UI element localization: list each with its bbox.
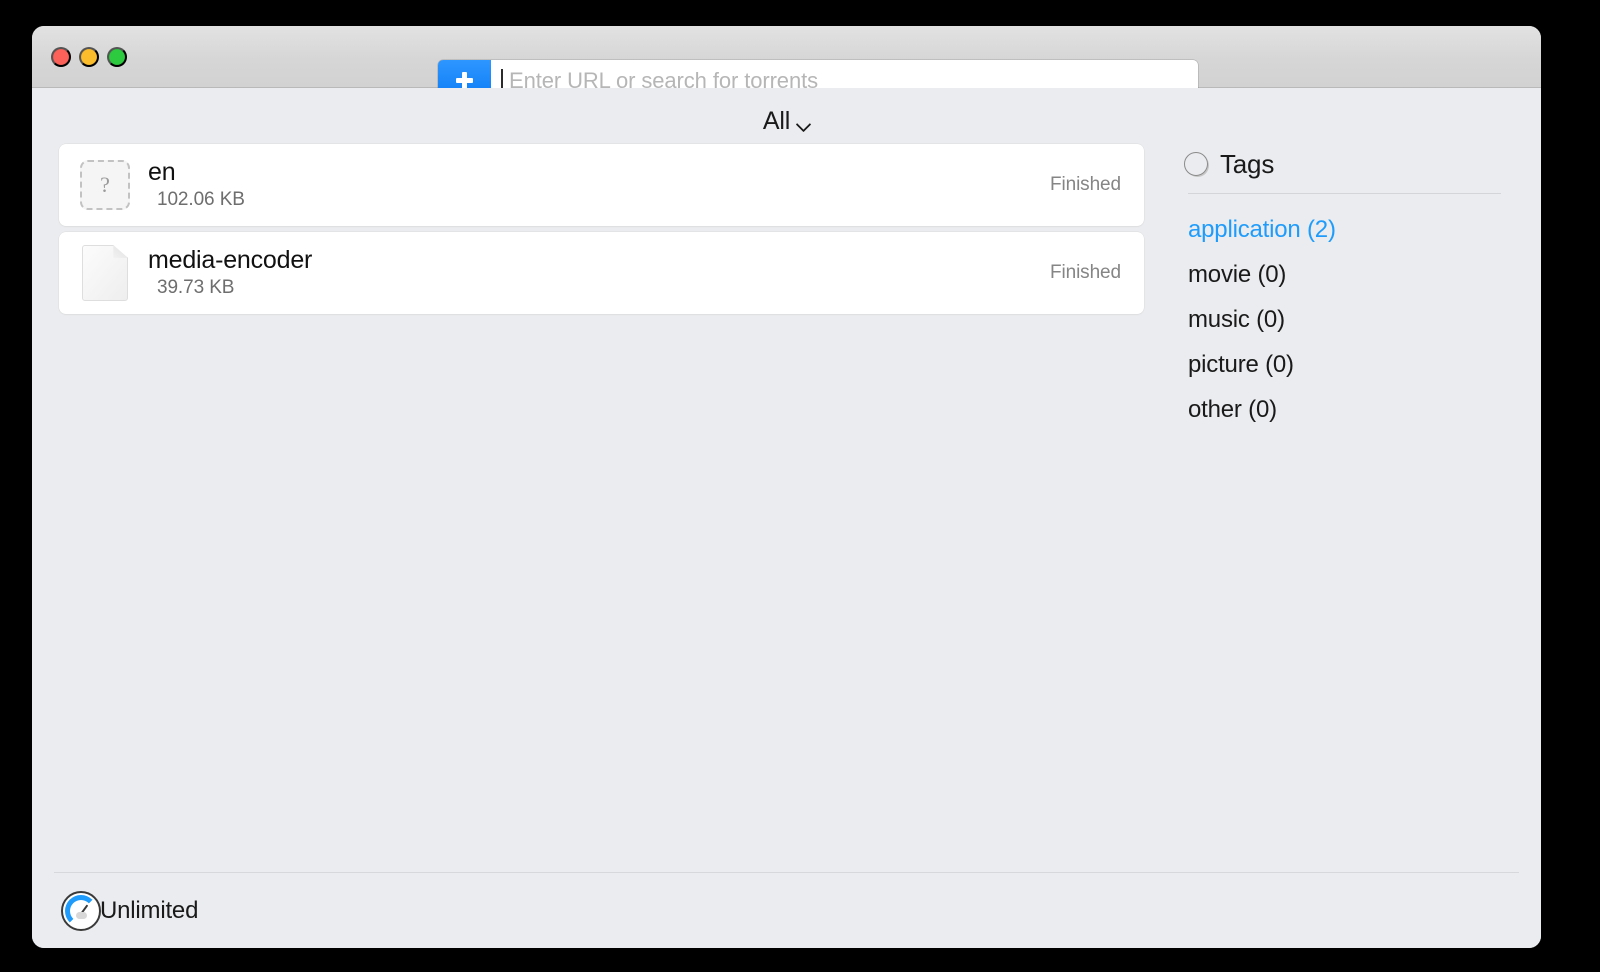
gauge-hub xyxy=(76,911,87,919)
torrent-name: media-encoder xyxy=(148,246,313,274)
tags-title: Tags xyxy=(1220,148,1275,179)
table-row[interactable]: ? en 102.06 KB Finished xyxy=(59,144,1144,226)
filter-bar: All xyxy=(32,88,1541,144)
app-window: Enter URL or search for torrents All ? e… xyxy=(32,26,1541,948)
tag-item-music[interactable]: music (0) xyxy=(1188,306,1501,334)
row-text-block: media-encoder 39.73 KB xyxy=(148,247,1050,299)
chevron-down-icon xyxy=(797,119,810,127)
tag-item-movie[interactable]: movie (0) xyxy=(1188,261,1501,289)
torrent-name: en xyxy=(148,158,176,186)
row-icon-container xyxy=(78,245,132,301)
torrent-list: ? en 102.06 KB Finished media-encoder 39… xyxy=(32,144,1160,872)
tags-list: application (2) movie (0) music (0) pict… xyxy=(1174,194,1501,424)
tag-item-other[interactable]: other (0) xyxy=(1188,396,1501,424)
document-file-icon xyxy=(82,245,128,301)
torrent-size: 102.06 KB xyxy=(157,189,245,211)
document-fold-corner xyxy=(113,245,128,258)
tag-item-picture[interactable]: picture (0) xyxy=(1188,351,1501,379)
desktop-backdrop: Enter URL or search for torrents All ? e… xyxy=(0,0,1600,972)
status-badge: Finished xyxy=(1049,174,1121,195)
torrent-size: 39.73 KB xyxy=(157,277,235,299)
plus-icon xyxy=(456,72,473,89)
table-row[interactable]: media-encoder 39.73 KB Finished xyxy=(59,232,1144,314)
content-area: ? en 102.06 KB Finished media-encoder 39… xyxy=(32,144,1541,872)
status-badge: Finished xyxy=(1049,262,1121,283)
window-controls xyxy=(51,26,127,88)
zoom-window-button[interactable] xyxy=(107,47,127,67)
speed-limit-control[interactable]: Unlimited xyxy=(61,890,199,931)
tags-panel: Tags application (2) movie (0) music (0)… xyxy=(1160,144,1541,872)
tag-item-application[interactable]: application (2) xyxy=(1188,216,1501,244)
status-bar: Unlimited xyxy=(54,872,1519,948)
speedometer-icon xyxy=(61,890,101,931)
window-titlebar: Enter URL or search for torrents xyxy=(32,26,1541,101)
row-text-block: en 102.06 KB xyxy=(148,159,1050,211)
filter-dropdown[interactable]: All xyxy=(759,105,814,138)
minimize-window-button[interactable] xyxy=(79,47,99,67)
window-body: All ? en 102.06 KB Finished media-encode… xyxy=(32,88,1541,948)
unknown-file-icon: ? xyxy=(80,160,130,210)
filter-dropdown-label: All xyxy=(762,106,791,135)
tags-header: Tags xyxy=(1174,144,1501,184)
circle-outline-icon xyxy=(1184,152,1208,176)
speed-limit-label: Unlimited xyxy=(100,896,199,924)
close-window-button[interactable] xyxy=(51,47,71,67)
row-icon-container: ? xyxy=(78,158,132,212)
